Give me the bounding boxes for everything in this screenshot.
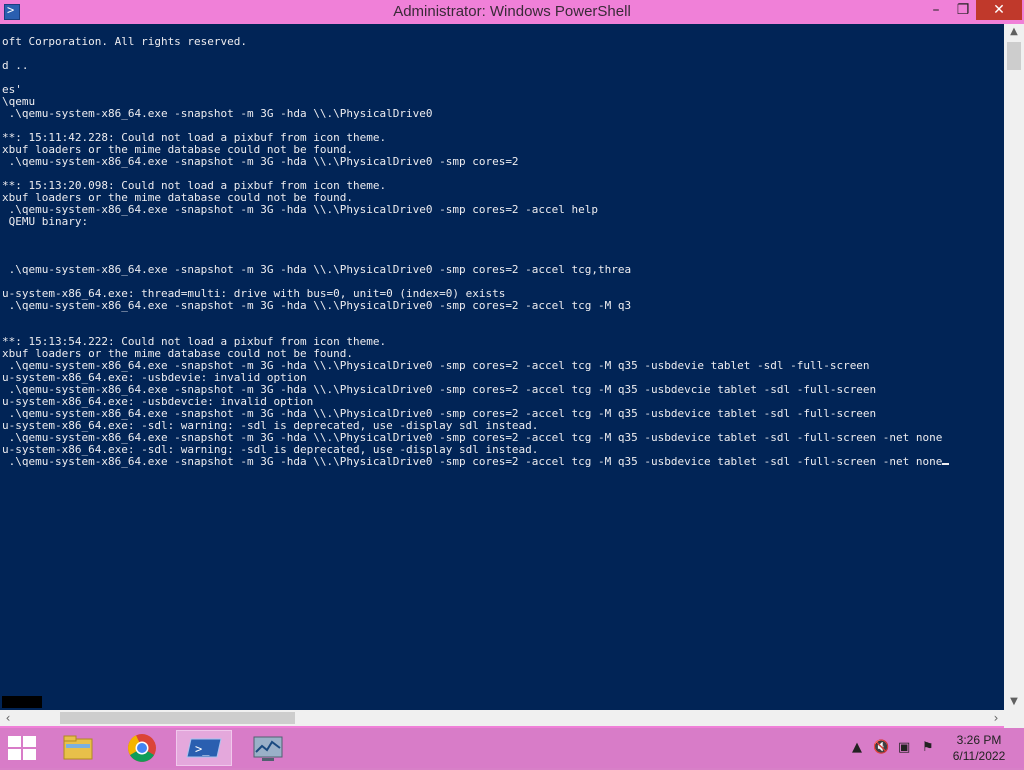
restore-button[interactable]: ❐ xyxy=(948,0,978,20)
close-button[interactable]: ✕ xyxy=(976,0,1022,20)
clock-date: 6/11/2022 xyxy=(952,749,1006,763)
powershell-icon: >_ xyxy=(186,738,222,758)
windows-logo-pane xyxy=(23,736,36,747)
console-line: oft Corporation. All rights reserved. xyxy=(2,35,248,48)
powershell-window: > Administrator: Windows PowerShell – ❐ … xyxy=(0,0,1024,728)
show-hidden-icons-chevron-icon[interactable]: ▲ xyxy=(852,740,862,755)
console-block-artifact xyxy=(2,696,42,708)
window-title: Administrator: Windows PowerShell xyxy=(393,3,631,20)
scroll-up-icon[interactable]: ▲ xyxy=(1004,24,1024,40)
system-clock[interactable]: 3:26 PM 6/11/2022 xyxy=(946,732,1012,764)
network-icon[interactable]: ▣ xyxy=(898,740,910,755)
monitor-icon xyxy=(253,736,283,761)
vertical-scrollbar[interactable]: ▲ ▼ xyxy=(1004,24,1024,710)
scrollbar-corner xyxy=(1004,710,1024,728)
scroll-right-icon[interactable]: › xyxy=(988,710,1004,726)
console-output[interactable]: oft Corporation. All rights reserved. d .… xyxy=(0,24,1004,710)
taskbar-file-explorer[interactable] xyxy=(50,730,106,766)
windows-logo-pane xyxy=(23,749,36,760)
scroll-left-icon[interactable]: ‹ xyxy=(0,710,16,726)
console-line: .\qemu-system-x86_64.exe -snapshot -m 3G… xyxy=(2,299,632,312)
console-line: .\qemu-system-x86_64.exe -snapshot -m 3G… xyxy=(2,107,433,120)
svg-text:>_: >_ xyxy=(195,742,210,756)
folder-icon xyxy=(63,735,93,760)
clock-time: 3:26 PM xyxy=(956,733,1002,747)
taskbar-chrome[interactable] xyxy=(114,730,170,766)
console-line: .\qemu-system-x86_64.exe -snapshot -m 3G… xyxy=(2,263,632,276)
windows-logo-icon xyxy=(8,736,21,747)
taskbar: >_ ▲ 🔇 ▣ ⚑ 3:26 PM 6/11/2022 xyxy=(0,728,1024,768)
horizontal-scrollbar[interactable]: ‹ › xyxy=(0,710,1004,726)
scroll-down-icon[interactable]: ▼ xyxy=(1004,694,1024,710)
volume-muted-icon[interactable]: 🔇 xyxy=(873,740,889,755)
console-line: .\qemu-system-x86_64.exe -snapshot -m 3G… xyxy=(2,155,519,168)
minimize-button[interactable]: – xyxy=(921,0,951,20)
console-line: .\qemu-system-x86_64.exe -snapshot -m 3G… xyxy=(2,203,599,216)
start-button[interactable] xyxy=(8,736,38,762)
text-cursor xyxy=(942,463,950,465)
horizontal-scroll-thumb[interactable] xyxy=(60,712,295,724)
vertical-scroll-thumb[interactable] xyxy=(1007,42,1021,70)
title-bar[interactable]: > Administrator: Windows PowerShell – ❐ … xyxy=(0,0,1024,24)
taskbar-resource-monitor[interactable] xyxy=(240,730,296,766)
console-line: d .. xyxy=(2,59,29,72)
chrome-icon xyxy=(128,734,156,762)
windows-logo-pane xyxy=(8,749,21,760)
taskbar-powershell[interactable]: >_ xyxy=(176,730,232,766)
action-center-flag-icon[interactable]: ⚑ xyxy=(922,740,934,755)
console-line: QEMU binary: xyxy=(2,215,89,228)
console-line: .\qemu-system-x86_64.exe -snapshot -m 3G… xyxy=(2,456,950,468)
